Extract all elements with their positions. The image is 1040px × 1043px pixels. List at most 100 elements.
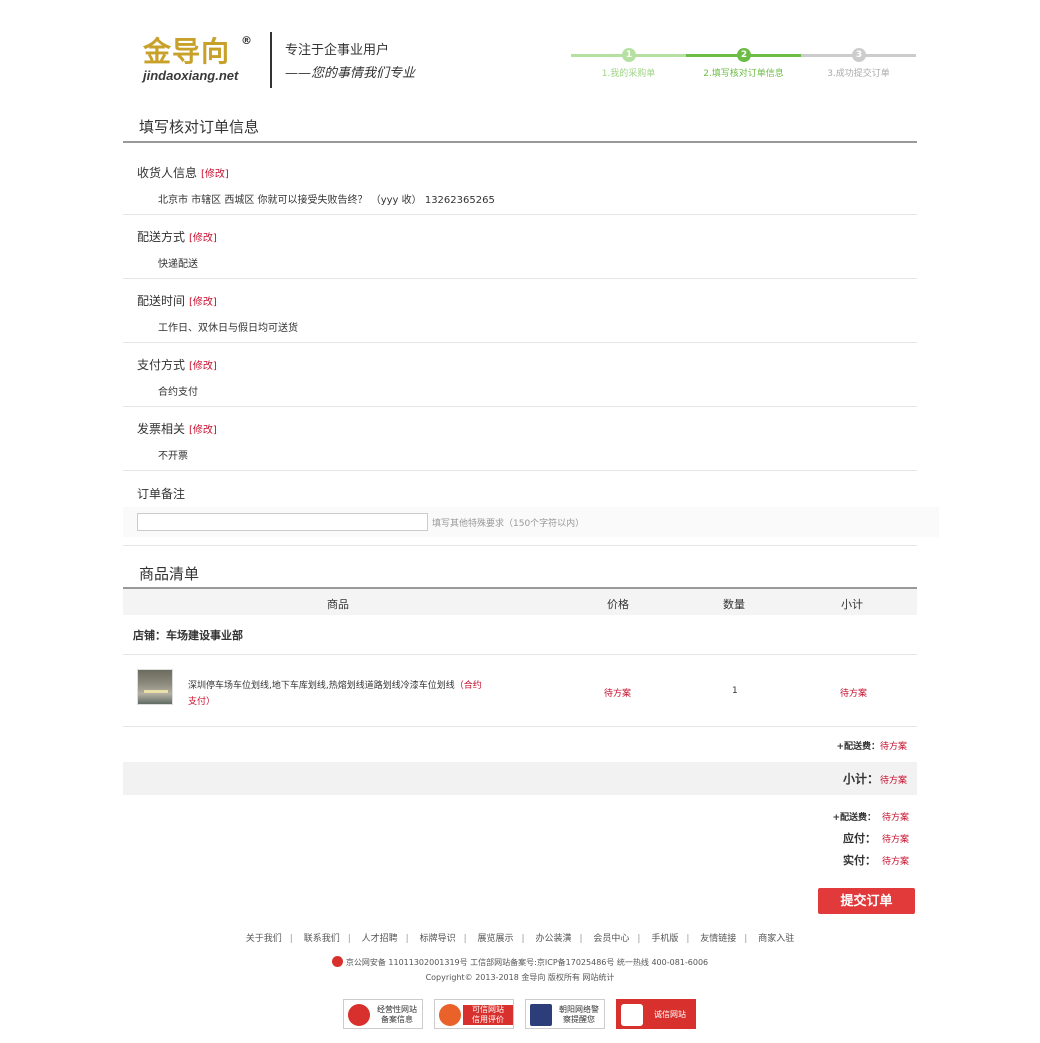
payment-section: 支付方式 [修改] 合约支付	[123, 356, 917, 407]
shop-divider	[123, 654, 917, 655]
badge-trusted-site[interactable]: 可信网站 信用评价	[434, 999, 514, 1029]
badge-2-line1: 可信网站	[472, 1005, 504, 1014]
badge-swirl-icon	[439, 1004, 461, 1026]
receiver-section: 收货人信息 [修改] 北京市 市辖区 西城区 你就可以接受失败告终？ （yyy 收…	[123, 164, 917, 215]
footer-links: 关于我们 | 联系我们 | 人才招聘 | 标牌导识 | 展览展示 | 办公装潢 | 会员中心…	[0, 931, 1040, 944]
footer-link-member[interactable]: 会员中心	[585, 934, 637, 944]
order-info-title: 填写核对订单信息	[123, 116, 917, 143]
delivery-time-edit-link[interactable]: [修改]	[189, 297, 217, 308]
delivery-method-value: 快递配送	[158, 259, 198, 270]
badge-police-alert[interactable]: 朝阳网络警 察提醒您	[525, 999, 605, 1029]
invoice-edit-link[interactable]: [修改]	[189, 425, 217, 436]
badge-2-line2: 信用评价	[472, 1015, 504, 1024]
delivery-method-section: 配送方式 [修改] 快递配送	[123, 228, 917, 279]
remark-section: 订单备注	[123, 485, 917, 507]
trust-badges: 经营性网站 备案信息 可信网站 信用评价 朝阳网络警 察提醒您 诚信网站	[343, 999, 697, 1029]
summary-paid-value: 待方案	[881, 857, 909, 867]
slogan-line-2: ——您的事情我们专业	[285, 66, 416, 81]
column-subtotal: 小计	[841, 598, 863, 611]
goods-list-title: 商品清单	[123, 563, 917, 589]
receiver-label: 收货人信息	[137, 166, 198, 180]
footer-link-contact[interactable]: 联系我们	[296, 934, 348, 944]
step-2: 2 2.填写核对订单信息	[686, 46, 801, 86]
police-badge-icon	[331, 956, 343, 967]
badge-3-line2: 察提醒您	[563, 1015, 595, 1024]
step-1: 1 1.我的采购单	[571, 46, 686, 86]
remark-hint: 填写其他特殊要求（150个字符以内）	[432, 519, 585, 529]
page-header: 金导向 ® jindaoxiang.net 专注于企事业用户 ——您的事情我们专…	[123, 28, 917, 90]
delivery-time-value: 工作日、双休日与假日均可送货	[158, 323, 298, 334]
column-quantity: 数量	[723, 598, 745, 611]
badge-integrity-site[interactable]: 诚信网站	[616, 999, 696, 1029]
footer-copyright: Copyright© 2013-2018 金导向 版权所有 网站统计	[425, 973, 615, 982]
footer-link-office[interactable]: 办公装潢	[527, 934, 579, 944]
remark-label: 订单备注	[137, 487, 186, 501]
payment-value: 合约支付	[158, 387, 198, 398]
product-name[interactable]: 深圳停车场车位划线,地下车库划线,热熔划线道路划线冷漆车位划线（合约支付）	[188, 678, 488, 710]
footer-link-exhibition[interactable]: 展览展示	[470, 934, 522, 944]
site-logo[interactable]: 金导向 ® jindaoxiang.net	[143, 34, 255, 84]
summary-payable-value: 待方案	[881, 835, 909, 845]
invoice-value: 不开票	[158, 451, 188, 462]
badge-xin-icon	[621, 1004, 643, 1026]
step-2-label: 2.填写核对订单信息	[703, 69, 784, 79]
receiver-value: 北京市 市辖区 西城区 你就可以接受失败告终？ （yyy 收） 13262365…	[158, 195, 495, 206]
invoice-section: 发票相关 [修改] 不开票	[123, 420, 917, 471]
delivery-time-label: 配送时间	[137, 294, 186, 308]
payment-label: 支付方式	[137, 358, 186, 372]
footer-beian: 京公网安备 11011302001319号 工信部网站备案号:京ICP备1702…	[0, 956, 1040, 968]
product-subtotal: 待方案	[840, 689, 868, 699]
shop-subtotal-bar: 小计： 待方案	[123, 762, 917, 795]
footer-link-mobile[interactable]: 手机版	[643, 934, 686, 944]
delivery-time-section: 配送时间 [修改] 工作日、双休日与假日均可送货	[123, 292, 917, 343]
badge-police-icon	[530, 1004, 552, 1026]
payment-edit-link[interactable]: [修改]	[189, 361, 217, 372]
footer-link-merchant[interactable]: 商家入驻	[750, 934, 802, 944]
product-thumbnail[interactable]	[137, 669, 173, 705]
product-quantity: 1	[732, 686, 738, 696]
summary-shipping-value: 待方案	[881, 813, 909, 823]
shop-name: 店铺：车场建设事业部	[133, 629, 243, 642]
remark-input[interactable]	[137, 513, 428, 531]
badge-3-line1: 朝阳网络警	[559, 1005, 599, 1014]
step-3-number: 3	[852, 48, 866, 62]
delivery-method-edit-link[interactable]: [修改]	[189, 233, 217, 244]
summary-shipping: +配送费： 待方案	[832, 810, 909, 823]
submit-order-button[interactable]: 提交订单	[818, 888, 915, 914]
step-3: 3 3.成功提交订单	[801, 46, 916, 86]
summary-paid: 实付： 待方案	[843, 852, 909, 868]
column-goods: 商品	[327, 598, 349, 611]
shop-shipping-value: 待方案	[879, 742, 907, 752]
footer-link-careers[interactable]: 人才招聘	[354, 934, 406, 944]
shop-shipping-label: +配送费：	[836, 742, 880, 752]
shop-shipping-fee: +配送费：待方案	[836, 739, 907, 752]
logo-domain-text: jindaoxiang.net	[143, 68, 239, 83]
badge-business-site[interactable]: 经营性网站 备案信息	[343, 999, 423, 1029]
footer-link-friends[interactable]: 友情链接	[692, 934, 744, 944]
footer-beian-text: 京公网安备 11011302001319号 工信部网站备案号:京ICP备1702…	[345, 958, 709, 967]
summary-payable: 应付： 待方案	[843, 830, 909, 846]
product-name-text: 深圳停车场车位划线,地下车库划线,热熔划线道路划线冷漆车位划线	[188, 681, 455, 691]
invoice-label: 发票相关	[137, 422, 186, 436]
summary-payable-label: 应付：	[842, 832, 876, 845]
step-3-label: 3.成功提交订单	[827, 69, 890, 79]
logo-divider	[270, 32, 272, 88]
checkout-steps: 1 1.我的采购单 2 2.填写核对订单信息 3 3.成功提交订单	[571, 46, 917, 86]
badge-1-line1: 经营性网站	[377, 1005, 417, 1014]
item-divider	[123, 726, 917, 727]
shop-subtotal-value: 待方案	[879, 776, 907, 786]
goods-table-header: 商品 价格 数量 小计	[123, 589, 917, 615]
slogan-line-1: 专注于企事业用户	[285, 43, 390, 58]
footer-link-signage[interactable]: 标牌导识	[412, 934, 464, 944]
shop-subtotal-label: 小计：	[842, 772, 879, 786]
remark-divider	[123, 545, 917, 546]
step-1-number: 1	[622, 48, 636, 62]
product-price: 待方案	[604, 689, 632, 699]
receiver-edit-link[interactable]: [修改]	[201, 169, 229, 180]
summary-paid-label: 实付：	[842, 854, 876, 867]
summary-shipping-label: +配送费：	[832, 813, 876, 823]
step-1-label: 1.我的采购单	[601, 69, 656, 79]
footer-link-about[interactable]: 关于我们	[238, 934, 290, 944]
column-price: 价格	[607, 598, 629, 611]
logo-registered-mark: ®	[241, 34, 252, 47]
